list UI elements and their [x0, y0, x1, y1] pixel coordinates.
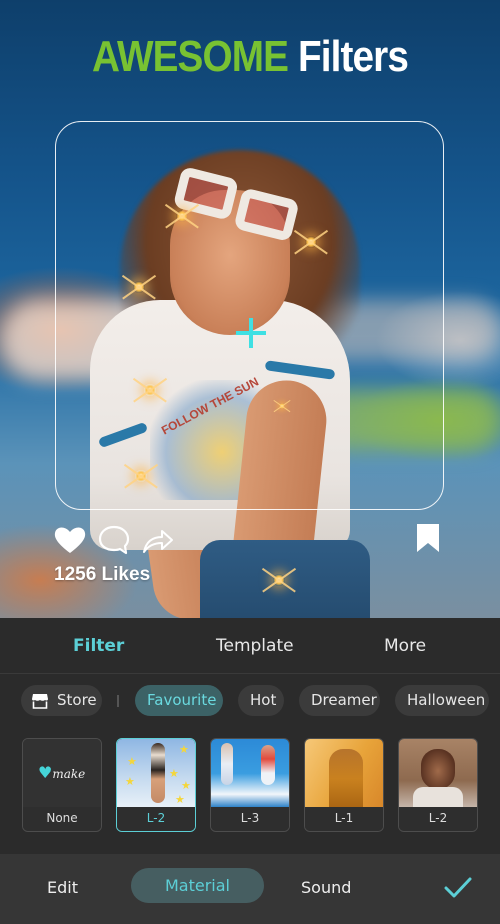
chip-dreamer[interactable]: Dreamer — [299, 685, 380, 716]
thumbnail-figure — [261, 745, 275, 785]
chip-divider — [117, 695, 119, 707]
store-icon — [32, 694, 48, 709]
headline-accent: AWESOME — [91, 32, 289, 81]
hero-preview: FOLLOW THE SUN AWESOME Filters 1256 Like… — [0, 0, 500, 618]
app-logo: ♥make — [38, 763, 86, 782]
headline: AWESOME Filters — [30, 32, 470, 82]
thumbnail-figure — [329, 749, 363, 809]
filter-card-label: L-2 — [117, 807, 195, 831]
star-icon: ★ — [181, 780, 191, 792]
filter-card-l2-selected[interactable]: ★ ★ ★ ★ ★ ★ L-2 — [116, 738, 196, 832]
panel-tabs: Filter Template More — [0, 618, 500, 674]
filter-panel: Filter Template More Store Favourite Hot… — [0, 618, 500, 924]
chip-hot[interactable]: Hot — [238, 685, 284, 716]
store-chip-label: Store — [57, 691, 97, 709]
filter-card-l2[interactable]: L-2 — [398, 738, 478, 832]
filter-card-none[interactable]: ♥make None — [22, 738, 102, 832]
likes-count: 1256 Likes — [54, 564, 151, 585]
photo-frame — [55, 121, 444, 510]
filter-card-label: L-1 — [305, 807, 383, 831]
bookmark-icon[interactable] — [410, 522, 446, 558]
tab-more[interactable]: More — [384, 636, 426, 656]
thumbnail-figure — [421, 749, 455, 789]
filter-thumbnail — [399, 739, 477, 809]
tab-template[interactable]: Template — [216, 636, 294, 656]
comment-icon[interactable] — [96, 522, 132, 558]
filter-thumbnail — [211, 739, 289, 808]
thumbnail-figure — [151, 743, 165, 803]
filter-categories: Store Favourite Hot Dreamer Halloween — [0, 685, 500, 717]
filter-card-l3[interactable]: L-3 — [210, 738, 290, 832]
thumbnail-figure — [221, 743, 233, 785]
post-actions: 1256 Likes — [52, 522, 452, 592]
filter-thumbnails: ♥make None ★ ★ ★ ★ ★ ★ L-2 L-3 L-1 L-2 — [0, 738, 500, 833]
edit-button[interactable]: Edit — [47, 878, 78, 897]
filter-card-label: L-2 — [399, 807, 477, 831]
chip-favourite[interactable]: Favourite — [135, 685, 223, 716]
headline-rest: Filters — [297, 32, 409, 81]
star-icon: ★ — [169, 768, 179, 780]
tab-filter[interactable]: Filter — [73, 636, 124, 656]
filter-thumbnail: ★ ★ ★ ★ ★ ★ — [117, 739, 195, 808]
filter-card-l1[interactable]: L-1 — [304, 738, 384, 832]
sound-button[interactable]: Sound — [301, 878, 351, 897]
bottom-bar: Edit Material Sound — [0, 854, 500, 924]
heart-icon[interactable] — [52, 522, 88, 558]
star-icon: ★ — [175, 794, 185, 806]
filter-thumbnail: ♥make — [23, 739, 101, 808]
filter-card-label: None — [23, 807, 101, 831]
thumbnail-figure — [413, 787, 463, 809]
material-button[interactable]: Material — [131, 868, 264, 903]
chip-halloween[interactable]: Halloween — [395, 685, 489, 716]
star-icon: ★ — [127, 756, 137, 768]
filter-card-label: L-3 — [211, 807, 289, 831]
store-chip[interactable]: Store — [21, 685, 102, 716]
share-icon[interactable] — [140, 522, 176, 558]
star-icon: ★ — [179, 744, 189, 756]
app-logo-text: make — [52, 767, 86, 781]
checkmark-icon[interactable] — [443, 876, 473, 900]
filter-thumbnail — [305, 739, 383, 809]
star-icon: ★ — [125, 776, 135, 788]
